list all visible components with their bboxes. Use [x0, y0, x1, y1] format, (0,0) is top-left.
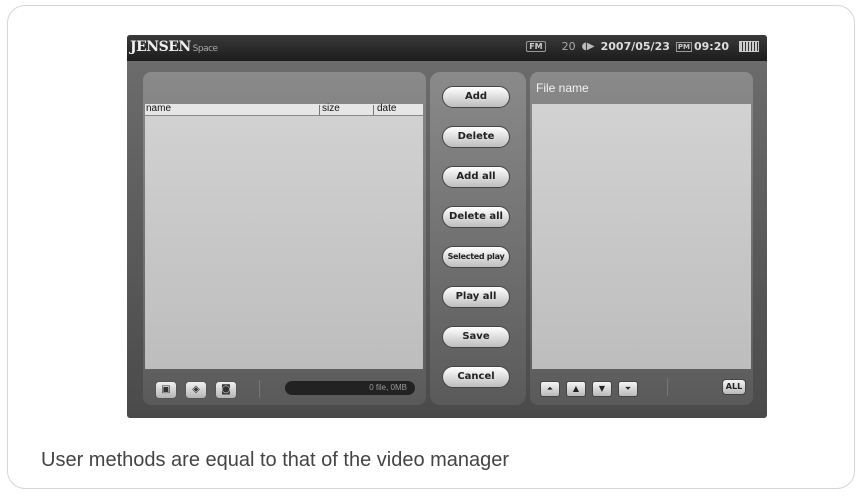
selected-play-button[interactable]: Selected play: [442, 246, 510, 268]
column-divider: [373, 105, 374, 115]
column-size[interactable]: size: [322, 103, 340, 114]
top-icon[interactable]: ⏶: [540, 381, 560, 397]
playlist-file-list[interactable]: [532, 104, 751, 369]
column-divider: [319, 105, 320, 115]
volume-value: 20: [561, 40, 576, 53]
source-file-panel: name size date ▣ ◈ ◙ 0 file, 0MB: [143, 72, 426, 405]
playlist-title: File name: [536, 81, 589, 95]
disc-icon[interactable]: ◈: [185, 381, 207, 399]
ampm-badge: PM: [675, 41, 692, 52]
file-status-bar: 0 file, 0MB: [285, 381, 415, 395]
status-bar: JENSEN Space FM 20 ◖▶ 2007/05/23 PM 09:20: [127, 35, 767, 61]
up-icon[interactable]: ▲: [566, 381, 586, 397]
source-file-list[interactable]: name size date: [145, 103, 423, 369]
delete-all-button[interactable]: Delete all: [442, 206, 510, 228]
add-button[interactable]: Add: [442, 86, 510, 108]
cancel-button[interactable]: Cancel: [442, 366, 510, 388]
status-area: FM 20 ◖▶ 2007/05/23 PM 09:20: [526, 40, 759, 53]
action-button-panel: Add Delete Add all Delete all Selected p…: [430, 72, 526, 405]
divider: [259, 380, 260, 398]
bottom-icon[interactable]: ⏷: [618, 381, 638, 397]
date-value: 2007/05/23: [600, 40, 670, 53]
battery-icon: [739, 41, 759, 52]
column-header: name size date: [145, 103, 423, 116]
down-icon[interactable]: ▼: [592, 381, 612, 397]
delete-button[interactable]: Delete: [442, 126, 510, 148]
column-name[interactable]: name: [146, 103, 171, 114]
content-frame: JENSEN Space FM 20 ◖▶ 2007/05/23 PM 09:20…: [7, 5, 855, 489]
device-screen: JENSEN Space FM 20 ◖▶ 2007/05/23 PM 09:20…: [127, 35, 767, 418]
playlist-panel: File name ⏶ ▲ ▼ ⏷ ALL: [530, 72, 753, 405]
camera-icon[interactable]: ◙: [215, 381, 237, 399]
time-value: 09:20: [693, 40, 729, 53]
speaker-icon: ◖▶: [581, 41, 595, 52]
brand-logo: JENSEN Space: [130, 39, 218, 55]
play-all-button[interactable]: Play all: [442, 286, 510, 308]
save-button[interactable]: Save: [442, 326, 510, 348]
select-all-button[interactable]: ALL: [722, 379, 746, 395]
add-all-button[interactable]: Add all: [442, 166, 510, 188]
caption-text: User methods are equal to that of the vi…: [41, 449, 510, 471]
fm-icon: FM: [526, 41, 546, 52]
divider: [667, 378, 668, 396]
column-date[interactable]: date: [377, 103, 396, 114]
source-panel-footer: ▣ ◈ ◙ 0 file, 0MB: [143, 371, 426, 405]
folder-icon[interactable]: ▣: [155, 381, 177, 399]
